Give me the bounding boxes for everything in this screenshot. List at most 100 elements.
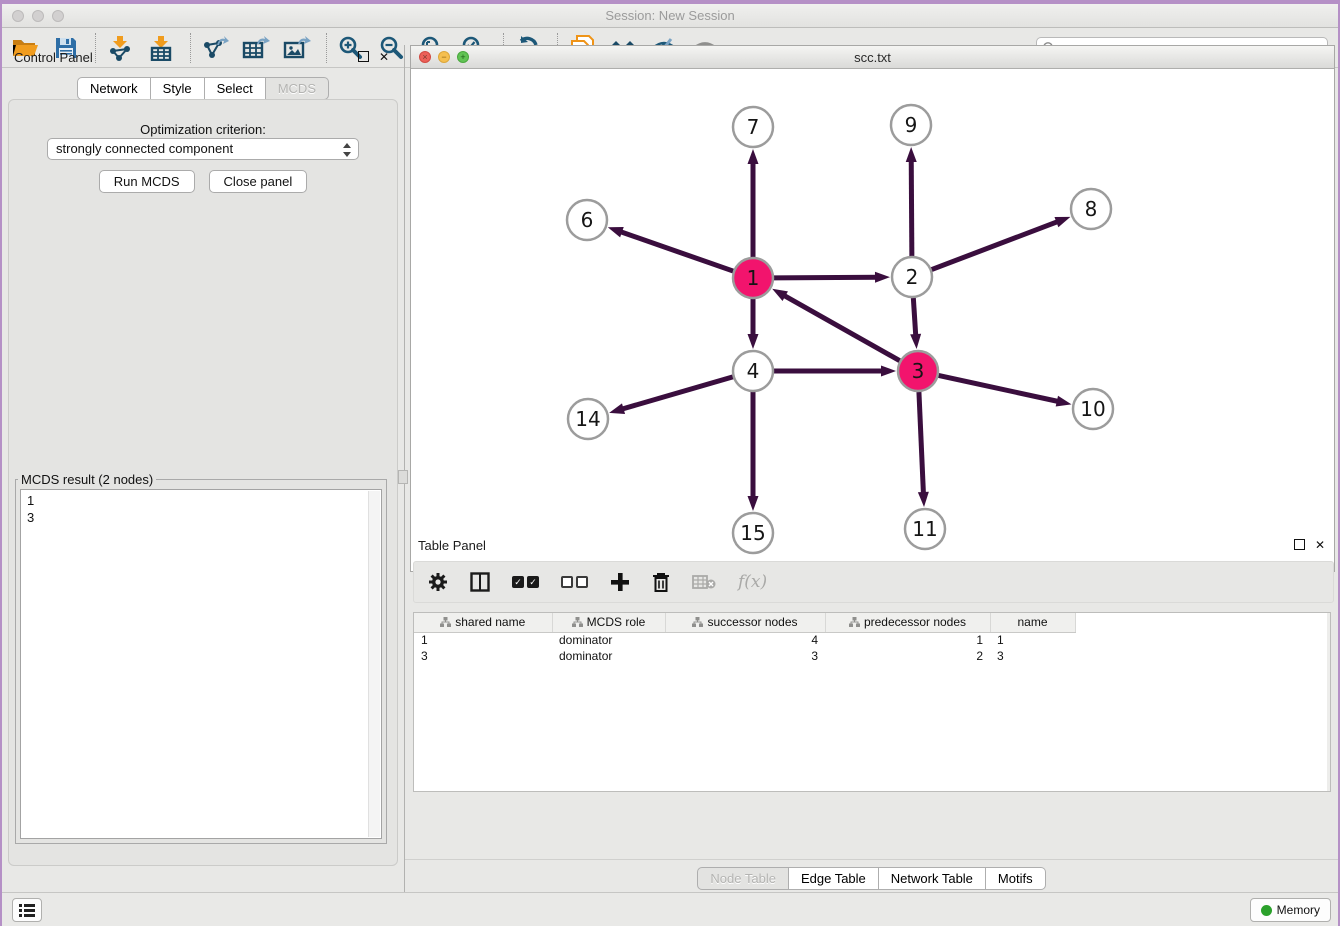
table-cell[interactable]: 1 [414, 632, 552, 648]
application-window: Session: New Session [2, 4, 1338, 926]
create-column-button[interactable] [610, 569, 630, 595]
close-table-panel-icon[interactable]: ✕ [1314, 539, 1326, 551]
mcds-result-box: MCDS result (2 nodes) 1 3 [15, 472, 387, 844]
network-window-title: scc.txt [411, 50, 1334, 65]
float-table-panel-icon[interactable] [1294, 539, 1305, 550]
column-header-name[interactable]: name [990, 613, 1075, 632]
list-icon [19, 903, 35, 917]
mcds-result-title: MCDS result (2 nodes) [18, 472, 156, 487]
graph-arrowhead [918, 492, 929, 507]
unchecked-box-icon [561, 576, 573, 588]
table-settings-button[interactable] [428, 569, 448, 595]
graph-arrowhead [1054, 217, 1070, 227]
graph-node-label: 3 [912, 359, 925, 383]
graph-arrowhead [748, 496, 759, 511]
network-view-window: × − + scc.txt 7968124314101511 [410, 45, 1335, 572]
criterion-value: strongly connected component [56, 141, 233, 156]
table-row[interactable]: 1dominator411 [414, 632, 1075, 648]
tab-motifs[interactable]: Motifs [986, 867, 1046, 890]
run-mcds-button[interactable]: Run MCDS [99, 170, 195, 193]
graph-node-label: 1 [747, 266, 760, 290]
network-window-titlebar: × − + scc.txt [411, 46, 1334, 69]
control-panel-title: Control Panel [14, 50, 93, 65]
graph-node-label: 8 [1085, 197, 1098, 221]
graph-arrowhead [881, 366, 896, 377]
graph-arrowhead [609, 403, 625, 414]
close-panel-icon[interactable]: ✕ [378, 51, 390, 63]
graph-edge-3-1[interactable] [782, 294, 900, 360]
table-cell[interactable]: 3 [414, 648, 552, 664]
table-cell[interactable]: 1 [990, 632, 1075, 648]
show-column-panel-button[interactable] [470, 569, 490, 595]
split-view-icon [470, 572, 490, 592]
tab-node-table[interactable]: Node Table [697, 867, 789, 890]
control-panel-tabs: NetworkStyleSelectMCDS [2, 77, 404, 100]
tab-edge-table[interactable]: Edge Table [789, 867, 879, 890]
table-panel-buttons: ✕ [1294, 539, 1326, 551]
table-cell[interactable]: 3 [665, 648, 825, 664]
graph-arrowhead [910, 334, 921, 349]
unchecked-box-icon [576, 576, 588, 588]
column-header-label: name [1017, 615, 1047, 629]
table-tabs: Node TableEdge TableNetwork TableMotifs [405, 867, 1338, 890]
vertical-splitter-grip[interactable] [398, 470, 408, 484]
column-header-label: shared name [455, 615, 525, 629]
graph-edge-1-6[interactable] [618, 231, 733, 271]
column-header-predecessor-nodes[interactable]: predecessor nodes [825, 613, 990, 632]
float-panel-icon[interactable] [358, 51, 369, 62]
graph-edge-2-8[interactable] [932, 221, 1061, 270]
graph-edge-4-14[interactable] [620, 377, 733, 410]
memory-button[interactable]: Memory [1250, 898, 1331, 922]
graph-edge-2-3[interactable] [913, 298, 916, 338]
close-panel-button[interactable]: Close panel [209, 170, 308, 193]
graph-arrowhead [875, 272, 890, 283]
title-bar: Session: New Session [2, 4, 1338, 28]
tab-style[interactable]: Style [151, 77, 205, 100]
tab-select[interactable]: Select [205, 77, 266, 100]
function-builder-button[interactable]: f(x) [738, 569, 767, 595]
node-table-grid: shared name MCDS role successor nodesprede… [414, 613, 1076, 664]
table-cell[interactable]: 2 [825, 648, 990, 664]
table-cell[interactable]: dominator [552, 648, 665, 664]
result-scrollbar[interactable] [368, 491, 380, 837]
table-cell[interactable]: dominator [552, 632, 665, 648]
graph-node-label: 7 [747, 115, 760, 139]
graph-arrowhead [748, 334, 759, 349]
table-scrollbar[interactable] [1327, 613, 1330, 791]
table-cell[interactable]: 4 [665, 632, 825, 648]
gear-icon [428, 572, 448, 592]
column-header-successor-nodes[interactable]: successor nodes [665, 613, 825, 632]
table-row[interactable]: 3dominator323 [414, 648, 1075, 664]
deselect-all-columns-button[interactable] [561, 569, 588, 595]
checked-box-icon: ✓ [527, 576, 539, 588]
network-canvas[interactable]: 7968124314101511 [411, 69, 1334, 571]
criterion-select[interactable]: strongly connected component [47, 138, 359, 160]
table-panel: Table Panel ✕ ✓ ✓ [405, 537, 1338, 892]
graph-edge-3-10[interactable] [939, 375, 1061, 402]
tab-network[interactable]: Network [77, 77, 151, 100]
task-history-button[interactable] [12, 898, 42, 922]
column-header-shared-name[interactable]: shared name [414, 613, 552, 632]
mcds-result-text: 1 3 [21, 490, 381, 528]
graph-node-label: 9 [905, 113, 918, 137]
delete-column-button[interactable] [652, 569, 670, 595]
graph-edge-1-2[interactable] [774, 277, 879, 278]
select-stepper-icon [342, 142, 352, 158]
tab-network-table[interactable]: Network Table [879, 867, 986, 890]
delete-table-button[interactable] [692, 569, 716, 595]
column-header-label: MCDS role [587, 615, 646, 629]
column-type-icon [572, 617, 583, 627]
graph-arrowhead [608, 227, 624, 237]
graph-node-label: 10 [1080, 397, 1105, 421]
table-cell[interactable]: 1 [825, 632, 990, 648]
mcds-tab-content: Optimization criterion: strongly connect… [8, 99, 398, 866]
column-header-MCDS-role[interactable]: MCDS role [552, 613, 665, 632]
table-cell[interactable]: 3 [990, 648, 1075, 664]
tab-mcds[interactable]: MCDS [266, 77, 329, 100]
graph-edge-3-11[interactable] [919, 392, 924, 496]
select-all-columns-button[interactable]: ✓ ✓ [512, 569, 539, 595]
graph-edge-2-9[interactable] [911, 158, 912, 256]
mcds-result-area[interactable]: 1 3 [20, 489, 382, 839]
control-panel: Control Panel ✕ NetworkStyleSelectMCDS O… [2, 45, 404, 872]
graph-node-label: 2 [906, 265, 919, 289]
